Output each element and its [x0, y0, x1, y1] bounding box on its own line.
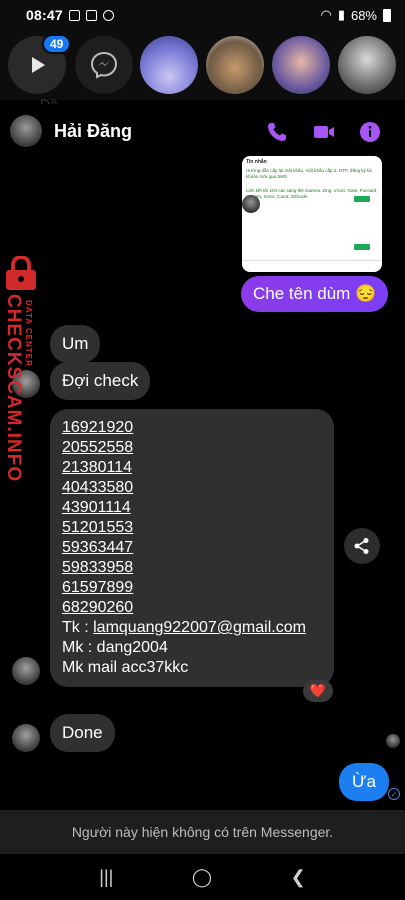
contact-name[interactable]: Hải Đăng — [54, 121, 132, 142]
watermark: CHECKSCAM.INFO DATA CENTER — [0, 256, 44, 536]
account-number[interactable]: 51201553 — [62, 518, 322, 538]
email-link[interactable]: lamquang922007@gmail.com — [93, 619, 306, 636]
account-number[interactable]: 20552558 — [62, 438, 322, 458]
phone-icon[interactable] — [265, 120, 289, 144]
shared-image[interactable]: Tin nhắn Hướng dẫn cấp lại mật khẩu, mật… — [242, 156, 382, 272]
unavailable-notice: Người này hiện không có trên Messenger. — [0, 810, 405, 854]
watermark-text: CHECKSCAM.INFO — [3, 294, 24, 483]
status-bar: 08:47 ◠ ▮ 68% — [0, 0, 405, 30]
message-outgoing[interactable]: Ừa — [339, 763, 389, 801]
conversation-header: Hải Đăng — [0, 104, 405, 158]
image-card-date: ··· — [246, 180, 250, 186]
messenger-notification-icon — [102, 9, 114, 21]
account-number[interactable]: 61597899 — [62, 578, 322, 598]
status-left: 08:47 — [26, 7, 114, 23]
unread-badge: 49 — [42, 34, 72, 54]
status-right: ◠ ▮ 68% — [320, 7, 391, 23]
tk-line: Tk : lamquang922007@gmail.com — [62, 618, 322, 638]
account-number[interactable]: 59833958 — [62, 558, 322, 578]
message-incoming[interactable]: Um — [50, 325, 101, 363]
account-number[interactable]: 43901114 — [62, 498, 322, 518]
wifi-icon: ◠ — [320, 7, 332, 22]
signal-icon: ▮ — [337, 7, 345, 22]
recent-apps-icon[interactable]: ||| — [99, 867, 113, 888]
seen-avatar — [242, 195, 260, 213]
home-icon[interactable]: ◯ — [192, 867, 212, 888]
message-account-list[interactable]: 16921920 20552558 21380114 40433580 4390… — [50, 409, 334, 687]
messenger-icon — [90, 51, 118, 79]
watermark-subtext: DATA CENTER — [24, 300, 33, 367]
account-number[interactable]: 59363447 — [62, 538, 322, 558]
chat-head-avatar[interactable] — [206, 36, 264, 94]
share-button[interactable] — [344, 528, 380, 564]
share-icon — [354, 538, 369, 554]
sender-avatar[interactable] — [12, 657, 40, 685]
lock-icon — [6, 256, 36, 290]
image-card-button — [354, 196, 370, 202]
chat-heads-bar: 49 — [0, 30, 405, 100]
message-outgoing[interactable]: Che tên dùm 😔 — [241, 276, 389, 312]
contact-avatar[interactable] — [10, 115, 42, 147]
clock: 08:47 — [26, 7, 63, 23]
info-icon[interactable] — [358, 120, 382, 144]
android-nav-bar: ||| ◯ ❮ — [0, 854, 405, 900]
account-number[interactable]: 21380114 — [62, 458, 322, 478]
chat-head-avatar[interactable] — [272, 36, 330, 94]
play-icon — [32, 57, 45, 73]
account-number[interactable]: 68290260 — [62, 598, 322, 618]
message-incoming[interactable]: Đợi check — [50, 362, 151, 400]
back-icon[interactable]: ❮ — [291, 867, 306, 888]
tk-label: Tk : — [62, 619, 94, 636]
notification-icon — [68, 9, 80, 21]
image-card-nav — [242, 260, 382, 272]
battery-icon — [383, 8, 391, 22]
messenger-bubble[interactable] — [75, 36, 133, 94]
sent-check-icon: ✓ — [388, 788, 400, 800]
chat-head-avatar[interactable] — [338, 36, 396, 94]
mk-mail-line: Mk mail acc37kkc — [62, 659, 189, 676]
sender-avatar[interactable] — [12, 724, 40, 752]
document-icon — [85, 9, 97, 21]
battery-percent: 68% — [350, 7, 377, 23]
message-incoming[interactable]: Done — [50, 714, 115, 752]
seen-avatar — [386, 734, 400, 748]
image-card-button — [354, 244, 370, 250]
image-card-header: Tin nhắn — [246, 159, 267, 165]
account-number[interactable]: 40433580 — [62, 478, 322, 498]
conversation-panel: Hải Đăng Tin nhắn Hướng dẫn cấp lại mật … — [0, 104, 405, 900]
chat-head-avatar[interactable] — [140, 36, 198, 94]
heart-reaction[interactable]: ❤️ — [303, 680, 333, 702]
video-call-icon[interactable] — [312, 120, 336, 144]
image-card-text: Hướng dẫn cấp lại mật khẩu, mật khẩu cấp… — [246, 168, 372, 179]
mk-line: Mk : dang2004 — [62, 639, 168, 656]
account-number[interactable]: 16921920 — [62, 418, 322, 438]
